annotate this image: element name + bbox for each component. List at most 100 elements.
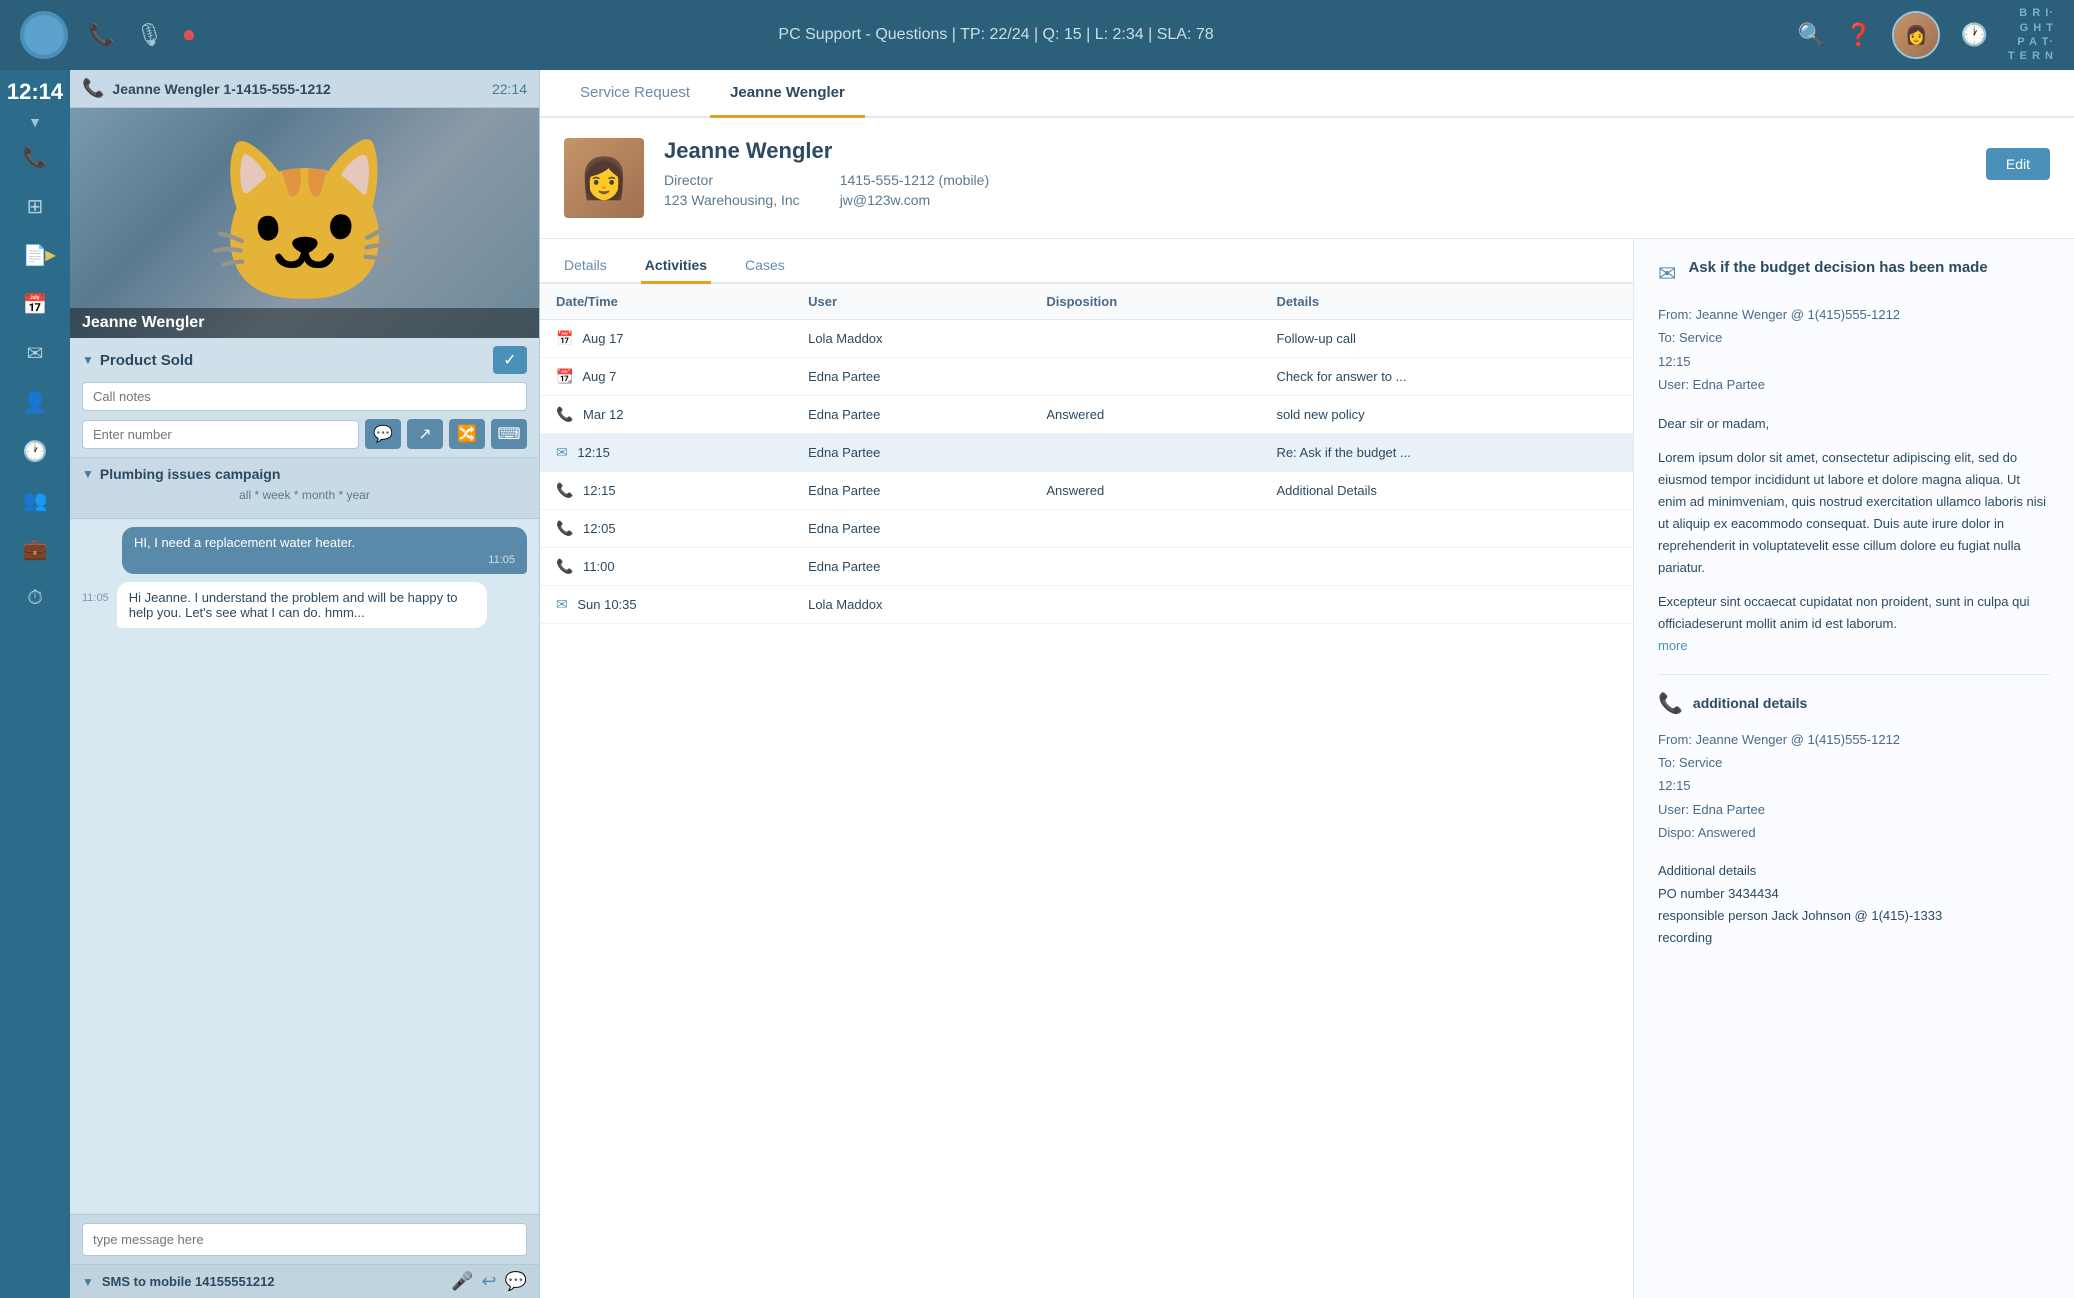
- chat-message-outgoing: HI, I need a replacement water heater. 1…: [122, 527, 527, 574]
- campaign-section: ▼ Plumbing issues campaign all * week * …: [70, 458, 539, 519]
- table-cell-details: [1260, 548, 1633, 586]
- table-row[interactable]: ✉ Sun 10:35 Lola Maddox: [540, 586, 1633, 624]
- call-contact-name: Jeanne Wengler 1-1415-555-1212: [112, 81, 484, 97]
- table-row[interactable]: 📅 Aug 17 Lola Maddox Follow-up call: [540, 320, 1633, 358]
- product-sold-check-button[interactable]: ✓: [493, 346, 527, 374]
- table-cell-disposition: Answered: [1030, 472, 1260, 510]
- brand-text: B R I·G H TP A T·T E R N: [2008, 6, 2054, 63]
- sidebar-item-dashboard[interactable]: ⏱: [10, 576, 60, 620]
- col-disposition: Disposition: [1030, 284, 1260, 320]
- sidebar-item-grid[interactable]: ⊞: [10, 184, 60, 228]
- table-cell-date: 📞 12:05: [540, 510, 792, 548]
- search-icon[interactable]: 🔍: [1798, 22, 1825, 48]
- table-row[interactable]: ✉ 12:15 Edna Partee Re: Ask if the budge…: [540, 434, 1633, 472]
- dialpad-button[interactable]: ⌨: [491, 419, 527, 449]
- campaign-label: Plumbing issues campaign: [100, 466, 281, 482]
- transfer-button[interactable]: ↗: [407, 419, 443, 449]
- contact-company: 123 Warehousing, Inc: [664, 192, 800, 208]
- call-icon: 📞: [82, 78, 104, 99]
- record-icon[interactable]: ⏺: [183, 22, 194, 48]
- app-logo[interactable]: [20, 11, 68, 59]
- table-cell-disposition: [1030, 320, 1260, 358]
- table-cell-date: 📆 Aug 7: [540, 358, 792, 396]
- contact-full-name: Jeanne Wengler: [664, 138, 1966, 164]
- sidebar-item-pages[interactable]: 📄 ▶: [10, 233, 60, 277]
- conference-button[interactable]: 🔀: [449, 419, 485, 449]
- detail-salutation: Dear sir or madam,: [1658, 413, 2050, 435]
- edit-button[interactable]: Edit: [1986, 148, 2050, 180]
- table-row[interactable]: 📞 12:05 Edna Partee: [540, 510, 1633, 548]
- contact-image: 🐱 Jeanne Wengler: [70, 108, 539, 338]
- detail-more-link[interactable]: more: [1658, 638, 1688, 653]
- table-cell-date: 📅 Aug 17: [540, 320, 792, 358]
- chat-button[interactable]: 💬: [365, 419, 401, 449]
- cases-icon: 💼: [23, 537, 48, 562]
- sidebar: 12:14 ▼ 📞 ⊞ 📄 ▶ 📅 ✉ 👤 🕐 👥 💼 ⏱: [0, 70, 70, 1298]
- mute-icon[interactable]: 🎙: [135, 22, 163, 48]
- chat-message-text: HI, I need a replacement water heater.: [134, 535, 515, 550]
- sidebar-item-supervisor[interactable]: 👥: [10, 478, 60, 522]
- table-row[interactable]: 📞 Mar 12 Edna Partee Answered sold new p…: [540, 396, 1633, 434]
- table-cell-user: Lola Maddox: [792, 320, 1030, 358]
- activities-table: Date/Time User Disposition Details 📅 Aug…: [540, 284, 1633, 624]
- table-row[interactable]: 📞 11:00 Edna Partee: [540, 548, 1633, 586]
- campaign-arrow[interactable]: ▼: [82, 467, 94, 481]
- clock-icon[interactable]: 🕐: [1960, 22, 1987, 48]
- detail-phone-icon: 📞: [1658, 691, 1683, 716]
- chat-area: HI, I need a replacement water heater. 1…: [70, 519, 539, 1214]
- detail-email-body2: Excepteur sint occaecat cupidatat non pr…: [1658, 591, 2050, 657]
- sidebar-item-contacts[interactable]: 👤: [10, 380, 60, 424]
- sidebar-item-cases[interactable]: 💼: [10, 527, 60, 571]
- sidebar-item-history[interactable]: 🕐: [10, 429, 60, 473]
- sidebar-chevron[interactable]: ▼: [28, 114, 42, 130]
- sidebar-time: 12:14: [7, 80, 63, 104]
- detail-additional-title: additional details: [1693, 695, 1807, 711]
- contact-phone: 1415-555-1212 (mobile): [840, 172, 989, 188]
- detail-email-header: ✉ Ask if the budget decision has been ma…: [1658, 259, 2050, 287]
- grid-icon: ⊞: [27, 194, 44, 219]
- table-row[interactable]: 📞 12:15 Edna Partee Answered Additional …: [540, 472, 1633, 510]
- activities-area: Details Activities Cases Date/Time User …: [540, 239, 2074, 1298]
- chat-message-time: 11:05: [134, 554, 515, 566]
- tab-activities[interactable]: Activities: [641, 249, 711, 284]
- help-icon[interactable]: ❓: [1845, 22, 1872, 48]
- tab-service-request[interactable]: Service Request: [560, 70, 710, 118]
- sms-label: SMS to mobile 14155551212: [102, 1274, 443, 1289]
- dashboard-icon: ⏱: [27, 587, 43, 610]
- tab-details[interactable]: Details: [560, 249, 611, 284]
- table-row[interactable]: 📆 Aug 7 Edna Partee Check for answer to …: [540, 358, 1633, 396]
- history-icon: 🕐: [23, 439, 48, 464]
- table-cell-disposition: Answered: [1030, 396, 1260, 434]
- avatar[interactable]: 👩: [1892, 11, 1940, 59]
- pages-icon: 📄: [23, 243, 48, 268]
- tab-cases[interactable]: Cases: [741, 249, 789, 284]
- topbar: 📞 🎙 ⏺ PC Support - Questions | TP: 22/24…: [0, 0, 2074, 70]
- tab-jeanne-wengler[interactable]: Jeanne Wengler: [710, 70, 865, 118]
- phone-icon[interactable]: 📞: [88, 22, 115, 48]
- enter-number-input[interactable]: [82, 420, 359, 449]
- sidebar-item-email[interactable]: ✉: [10, 331, 60, 375]
- sms-arrow[interactable]: ▼: [82, 1275, 94, 1289]
- sidebar-item-phone[interactable]: 📞: [10, 135, 60, 179]
- table-cell-date: 📞 11:00: [540, 548, 792, 586]
- contact-name-overlay: Jeanne Wengler: [70, 308, 539, 338]
- sidebar-arrow: ▶: [45, 247, 56, 264]
- sidebar-item-calendar[interactable]: 📅: [10, 282, 60, 326]
- sms-reply-icon[interactable]: ↩: [481, 1271, 496, 1292]
- campaign-filter[interactable]: all * week * month * year: [82, 488, 527, 502]
- call-notes-input[interactable]: [82, 382, 527, 411]
- product-sold-arrow[interactable]: ▼: [82, 353, 94, 367]
- right-panel: Service Request Jeanne Wengler 👩 Jeanne …: [540, 70, 2074, 1298]
- sms-attach-icon[interactable]: 🎤: [451, 1271, 473, 1292]
- detail-additional-header: 📞 additional details: [1658, 691, 2050, 716]
- sms-chat-icon[interactable]: 💬: [505, 1271, 527, 1292]
- left-panel: 📞 Jeanne Wengler 1-1415-555-1212 22:14 🐱…: [70, 70, 540, 1298]
- col-user: User: [792, 284, 1030, 320]
- product-sold-section: ▼ Product Sold ✓ 💬 ↗ 🔀 ⌨: [70, 338, 539, 458]
- contact-info: 👩 Jeanne Wengler Director 123 Warehousin…: [540, 118, 2074, 239]
- table-cell-details: Check for answer to ...: [1260, 358, 1633, 396]
- contacts-icon: 👤: [23, 390, 48, 415]
- call-header: 📞 Jeanne Wengler 1-1415-555-1212 22:14: [70, 70, 539, 108]
- detail-email-body: Lorem ipsum dolor sit amet, consectetur …: [1658, 447, 2050, 580]
- chat-input[interactable]: [82, 1223, 527, 1256]
